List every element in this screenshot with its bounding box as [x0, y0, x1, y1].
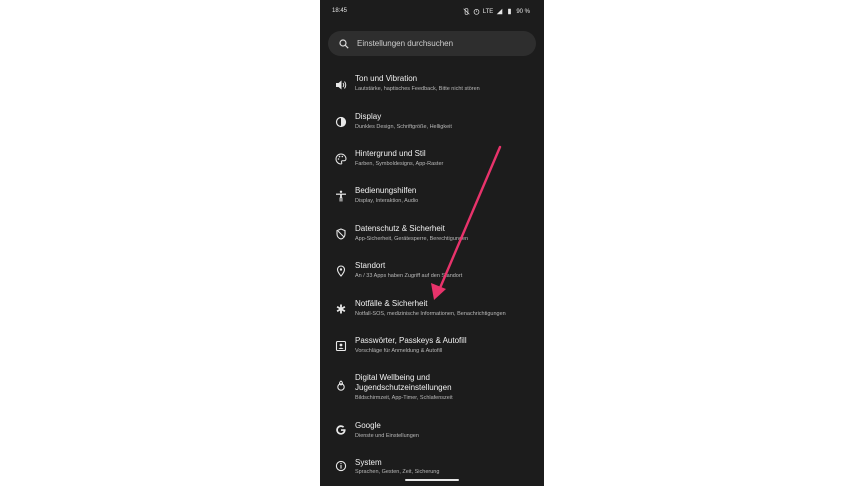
gesture-home-bar[interactable] — [405, 479, 459, 481]
settings-item-subtitle: Display, Interaktion, Audio — [355, 198, 419, 204]
shield-icon — [336, 228, 346, 240]
settings-item-title-line2: Jugendschutzeinstellungen — [355, 383, 452, 392]
settings-item-title: Datenschutz & Sicherheit — [355, 224, 445, 233]
settings-item-passwords[interactable]: Passwörter, Passkeys & Autofill Vorschlä… — [320, 334, 544, 370]
battery-icon — [508, 8, 512, 15]
info-icon — [335, 460, 347, 472]
settings-item-subtitle: An / 33 Apps haben Zugriff auf den Stand… — [355, 273, 463, 279]
search-bar[interactable]: Einstellungen durchsuchen — [328, 31, 536, 56]
settings-item-subtitle: Lautstärke, haptisches Feedback, Bitte n… — [355, 86, 480, 92]
settings-item-privacy[interactable]: Datenschutz & Sicherheit App-Sicherheit,… — [320, 222, 544, 258]
settings-item-subtitle: Dunkles Design, Schriftgröße, Helligkeit — [355, 124, 452, 130]
location-icon — [336, 265, 346, 277]
settings-item-subtitle: Dienste und Einstellungen — [355, 433, 419, 439]
signal-icon — [497, 8, 503, 15]
asterisk-icon — [336, 304, 346, 314]
settings-item-location[interactable]: Standort An / 33 Apps haben Zugriff auf … — [320, 259, 544, 295]
settings-item-title: Google — [355, 421, 381, 430]
search-icon — [339, 38, 349, 49]
search-placeholder: Einstellungen durchsuchen — [357, 39, 454, 48]
settings-item-title: Display — [355, 112, 382, 121]
phone-screen: 18:45 LTE 90 % Einstellungen durchsuchen… — [320, 0, 544, 486]
settings-item-subtitle: Notfall-SOS, medizinische Informationen,… — [355, 311, 506, 317]
settings-item-display[interactable]: Display Dunkles Design, Schriftgröße, He… — [320, 110, 544, 146]
settings-item-wellbeing[interactable]: Digital Wellbeing und Jugendschutzeinste… — [320, 372, 544, 412]
vibrate-off-icon — [463, 8, 470, 15]
settings-item-subtitle: Farben, Symboldesigns, App-Raster — [355, 161, 444, 167]
status-icons: LTE 90 % — [463, 8, 530, 15]
alarm-icon — [473, 9, 480, 15]
settings-item-subtitle: Vorschläge für Anmeldung & Autofill — [355, 348, 443, 354]
settings-item-wallpaper[interactable]: Hintergrund und Stil Farben, Symboldesig… — [320, 147, 544, 183]
settings-item-subtitle: Sprachen, Gesten, Zeit, Sicherung — [355, 469, 440, 475]
settings-item-title: Ton und Vibration — [355, 74, 418, 83]
status-time: 18:45 — [332, 8, 348, 14]
network-type: LTE — [482, 8, 494, 15]
settings-item-subtitle: Bildschirmzeit, App-Timer, Schlafenszeit — [355, 395, 453, 401]
settings-item-title: Digital Wellbeing und — [355, 373, 431, 382]
google-icon — [336, 425, 346, 435]
settings-item-google[interactable]: Google Dienste und Einstellungen — [320, 419, 544, 455]
volume-icon — [336, 80, 347, 90]
wellbeing-icon — [337, 380, 345, 391]
settings-item-title: Hintergrund und Stil — [355, 149, 426, 158]
display-icon — [335, 116, 347, 128]
settings-item-accessibility[interactable]: Bedienungshilfen Display, Interaktion, A… — [320, 184, 544, 220]
settings-item-emergency[interactable]: Notfälle & Sicherheit Notfall-SOS, mediz… — [320, 297, 544, 333]
password-icon — [335, 340, 347, 352]
settings-item-title: Notfälle & Sicherheit — [355, 299, 428, 308]
status-bar: 18:45 LTE 90 % — [320, 0, 544, 22]
battery-level: 90 % — [516, 8, 530, 15]
accessibility-icon — [336, 190, 346, 202]
settings-item-sound[interactable]: Ton und Vibration Lautstärke, haptisches… — [320, 72, 544, 108]
settings-item-subtitle: App-Sicherheit, Gerätesperre, Berechtigu… — [355, 236, 469, 242]
settings-item-title: Standort — [355, 261, 386, 270]
settings-item-title: Bedienungshilfen — [355, 186, 417, 195]
palette-icon — [335, 153, 347, 165]
settings-item-title: System — [355, 458, 382, 467]
settings-item-title: Passwörter, Passkeys & Autofill — [355, 336, 467, 345]
settings-item-system[interactable]: System Sprachen, Gesten, Zeit, Sicherung — [320, 456, 544, 486]
